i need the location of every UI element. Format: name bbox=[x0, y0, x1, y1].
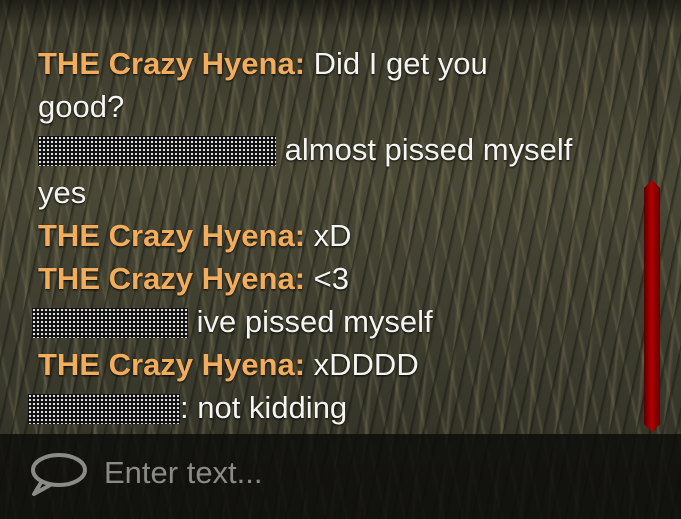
chat-message: almost pissed myself bbox=[38, 128, 638, 171]
chat-message: : not kidding bbox=[28, 386, 638, 429]
redacted-sender bbox=[38, 136, 276, 166]
redacted-sender bbox=[28, 394, 180, 424]
message-sender: THE Crazy Hyena: bbox=[38, 347, 306, 382]
speech-bubble-icon bbox=[31, 453, 87, 496]
message-text: : not kidding bbox=[180, 390, 348, 425]
message-sender: THE Crazy Hyena: bbox=[38, 46, 306, 81]
message-text: <3 bbox=[313, 261, 350, 296]
chat-input-bar[interactable] bbox=[0, 434, 681, 519]
chat-message: THE Crazy Hyena: Did I get you bbox=[38, 42, 638, 85]
message-text: xD bbox=[313, 218, 352, 253]
redacted-sender bbox=[32, 308, 188, 338]
chat-message: good? bbox=[38, 85, 638, 128]
chat-message: THE Crazy Hyena: xD bbox=[38, 214, 638, 257]
message-text: Did I get you bbox=[313, 46, 488, 81]
chat-message: ive pissed myself bbox=[32, 300, 638, 343]
scrollbar-thumb[interactable] bbox=[644, 180, 660, 432]
message-sender: THE Crazy Hyena: bbox=[38, 261, 306, 296]
message-text: xDDDD bbox=[313, 347, 419, 382]
chat-input-field[interactable]: Enter text... bbox=[104, 455, 263, 491]
message-text: almost pissed myself bbox=[284, 132, 573, 167]
chat-log[interactable]: THE Crazy Hyena: Did I get you good? alm… bbox=[28, 42, 638, 429]
message-sender: THE Crazy Hyena: bbox=[38, 218, 306, 253]
top-fade bbox=[0, 0, 681, 30]
chat-message: THE Crazy Hyena: xDDDD bbox=[38, 343, 638, 386]
message-text: good? bbox=[38, 89, 125, 124]
chat-message: THE Crazy Hyena: <3 bbox=[38, 257, 638, 300]
chat-message: yes bbox=[38, 171, 638, 214]
message-text: ive pissed myself bbox=[196, 304, 433, 339]
message-text: yes bbox=[38, 175, 87, 210]
